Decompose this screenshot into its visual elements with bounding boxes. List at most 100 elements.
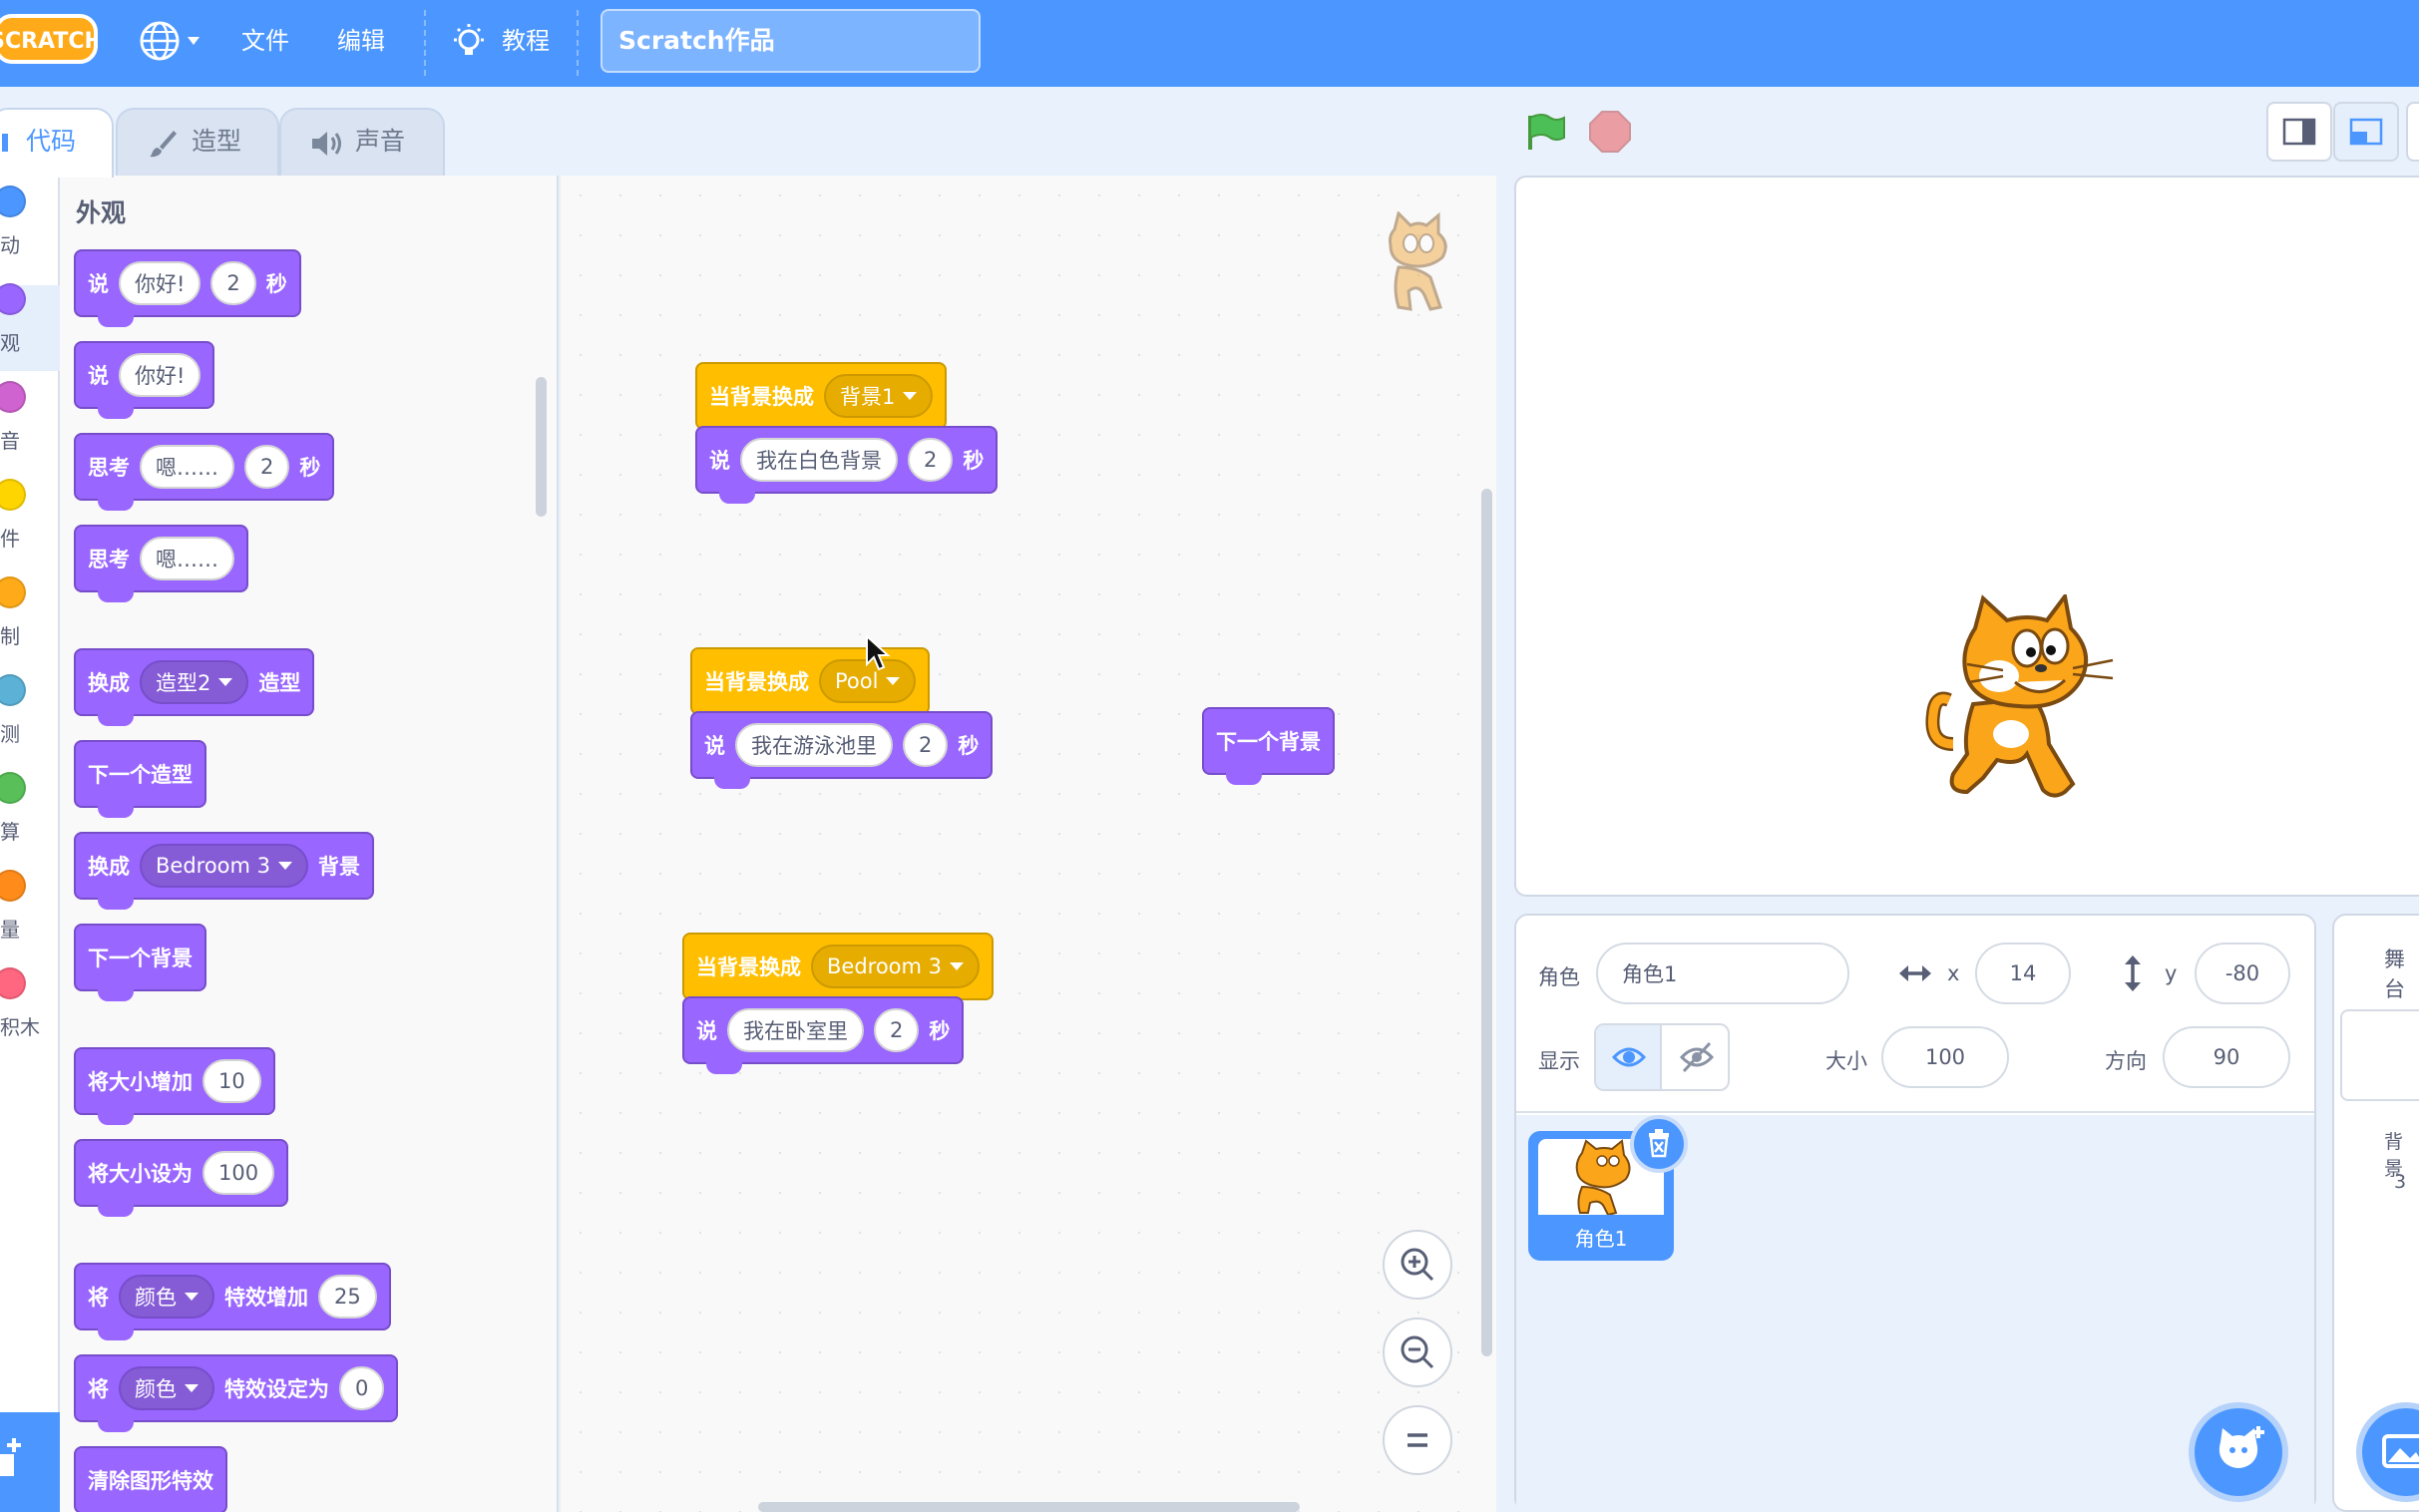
block-label: 说: [704, 734, 725, 758]
clear-effects-block[interactable]: 清除图形特效: [74, 1446, 227, 1512]
switch-backdrop-block[interactable]: 换成 Bedroom 3 背景: [74, 832, 375, 910]
effect-dropdown[interactable]: 颜色: [119, 1366, 214, 1410]
backdrop-dropdown[interactable]: Bedroom 3: [811, 945, 981, 988]
stop-icon[interactable]: [1588, 110, 1632, 154]
category-label[interactable]: 量: [0, 914, 20, 943]
y-input[interactable]: -80: [2195, 943, 2290, 1004]
category-label[interactable]: 测: [0, 718, 20, 747]
zoom-out-button[interactable]: [1383, 1318, 1452, 1387]
message-input[interactable]: 我在卧室里: [727, 1008, 864, 1052]
stage-title: 舞台: [2384, 947, 2405, 1001]
green-flag-icon[interactable]: [1522, 110, 1566, 154]
secs-input[interactable]: 2: [874, 1008, 920, 1052]
set-size-block[interactable]: 将大小设为 100: [74, 1139, 289, 1217]
hide-button[interactable]: [1664, 1025, 1730, 1089]
sprite-name-input[interactable]: 角色1: [1596, 943, 1849, 1004]
when-backdrop-switches-hat[interactable]: 当背景换成 背景1: [695, 332, 948, 440]
next-backdrop-block[interactable]: 下一个背景: [74, 924, 206, 1001]
dropdown-value: 颜色: [135, 1286, 177, 1310]
backdrop-dropdown[interactable]: Bedroom 3: [140, 844, 309, 888]
message-input[interactable]: 嗯……: [140, 445, 234, 489]
when-backdrop-switches-hat[interactable]: 当背景换成 Bedroom 3: [682, 903, 995, 1010]
add-backdrop-button[interactable]: [2356, 1402, 2419, 1502]
zoom-reset-button[interactable]: [1383, 1405, 1452, 1475]
say-for-secs-block[interactable]: 说 你好! 2 秒: [74, 249, 301, 327]
palette-scrollbar[interactable]: [536, 377, 547, 517]
when-backdrop-switches-hat[interactable]: 当背景换成 Pool: [690, 617, 931, 725]
fullscreen-button[interactable]: [2406, 102, 2419, 162]
category-label[interactable]: 观: [0, 327, 20, 356]
next-costume-block[interactable]: 下一个造型: [74, 740, 206, 818]
backdrop-count: 3: [2394, 1171, 2407, 1193]
file-menu[interactable]: 文件: [241, 21, 289, 61]
size-input[interactable]: 100: [202, 1151, 275, 1195]
language-menu[interactable]: [138, 19, 207, 63]
cat-sprite[interactable]: [1923, 594, 2123, 800]
zoom-in-button[interactable]: [1383, 1230, 1452, 1300]
tutorials-menu[interactable]: 教程: [502, 21, 550, 61]
change-size-block[interactable]: 将大小增加 10: [74, 1047, 275, 1125]
add-extension-button[interactable]: [0, 1412, 60, 1512]
scratch-logo[interactable]: SCRATCH: [0, 12, 103, 66]
say-for-secs-block[interactable]: 说 我在卧室里 2 秒: [682, 996, 965, 1074]
x-input[interactable]: 14: [1975, 943, 2071, 1004]
edit-menu[interactable]: 编辑: [337, 21, 385, 61]
switch-costume-block[interactable]: 换成 造型2 造型: [74, 648, 315, 726]
block-label: 造型: [258, 671, 301, 695]
project-title-input[interactable]: Scratch作品: [601, 9, 981, 73]
tab-code[interactable]: 代码: [0, 108, 114, 178]
effect-dropdown[interactable]: 颜色: [119, 1275, 214, 1319]
block-label: 秒: [265, 272, 287, 296]
script-horizontal-scrollbar[interactable]: [758, 1502, 1300, 1512]
change-effect-block[interactable]: 将 颜色 特效增加 25: [74, 1263, 391, 1340]
secs-input[interactable]: 2: [903, 723, 949, 767]
think-for-secs-block[interactable]: 思考 嗯…… 2 秒: [74, 433, 335, 511]
effect-amount-input[interactable]: 25: [318, 1275, 377, 1319]
show-button[interactable]: [1596, 1025, 1662, 1089]
category-label[interactable]: 件: [0, 523, 20, 552]
say-block[interactable]: 说 你好!: [74, 341, 215, 419]
y-label: y: [2165, 961, 2178, 985]
secs-input[interactable]: 2: [244, 445, 290, 489]
vertical-arrows-icon: [2125, 955, 2141, 991]
message-input[interactable]: 我在游泳池里: [735, 723, 893, 767]
message-input[interactable]: 我在白色背景: [740, 438, 898, 482]
category-label[interactable]: 算: [0, 816, 20, 845]
dropdown-value: 背景1: [840, 385, 896, 409]
stage-thumbnail[interactable]: [2340, 1009, 2419, 1101]
delete-sprite-button[interactable]: [1630, 1115, 1688, 1173]
block-label: 说: [709, 449, 730, 473]
tab-sounds[interactable]: 声音: [279, 108, 445, 178]
direction-input[interactable]: 90: [2163, 1026, 2290, 1088]
category-label[interactable]: 积木: [0, 1011, 40, 1040]
next-backdrop-block[interactable]: 下一个背景: [1202, 707, 1335, 785]
category-label[interactable]: 制: [0, 620, 20, 649]
category-label[interactable]: 音: [0, 425, 20, 454]
message-input[interactable]: 你好!: [119, 353, 202, 397]
dropdown-caret-icon: [278, 862, 293, 870]
menu-divider: [424, 10, 426, 76]
message-input[interactable]: 你好!: [119, 261, 202, 305]
say-for-secs-block[interactable]: 说 我在白色背景 2 秒: [695, 426, 999, 504]
add-sprite-button[interactable]: [2189, 1402, 2288, 1502]
equals-icon: [1408, 1433, 1427, 1447]
think-block[interactable]: 思考 嗯……: [74, 525, 248, 602]
small-stage-button[interactable]: [2266, 102, 2332, 162]
secs-input[interactable]: 2: [210, 261, 256, 305]
say-for-secs-block[interactable]: 说 我在游泳池里 2 秒: [690, 711, 994, 789]
block-label: 将: [88, 1286, 109, 1310]
category-label[interactable]: 动: [0, 229, 20, 258]
size-input[interactable]: 100: [1881, 1026, 2009, 1088]
set-effect-block[interactable]: 将 颜色 特效设定为 0: [74, 1354, 399, 1432]
size-change-input[interactable]: 10: [202, 1059, 261, 1103]
trash-icon: [1649, 1129, 1669, 1158]
tab-costumes[interactable]: 造型: [116, 108, 279, 178]
script-vertical-scrollbar[interactable]: [1481, 489, 1492, 1356]
costume-dropdown[interactable]: 造型2: [140, 660, 249, 704]
message-input[interactable]: 嗯……: [140, 537, 234, 580]
secs-input[interactable]: 2: [908, 438, 954, 482]
sprite-tile-name: 角色1: [1574, 1227, 1628, 1251]
effect-value-input[interactable]: 0: [339, 1366, 385, 1410]
backdrop-dropdown[interactable]: 背景1: [824, 374, 934, 418]
normal-stage-button[interactable]: [2333, 102, 2399, 162]
